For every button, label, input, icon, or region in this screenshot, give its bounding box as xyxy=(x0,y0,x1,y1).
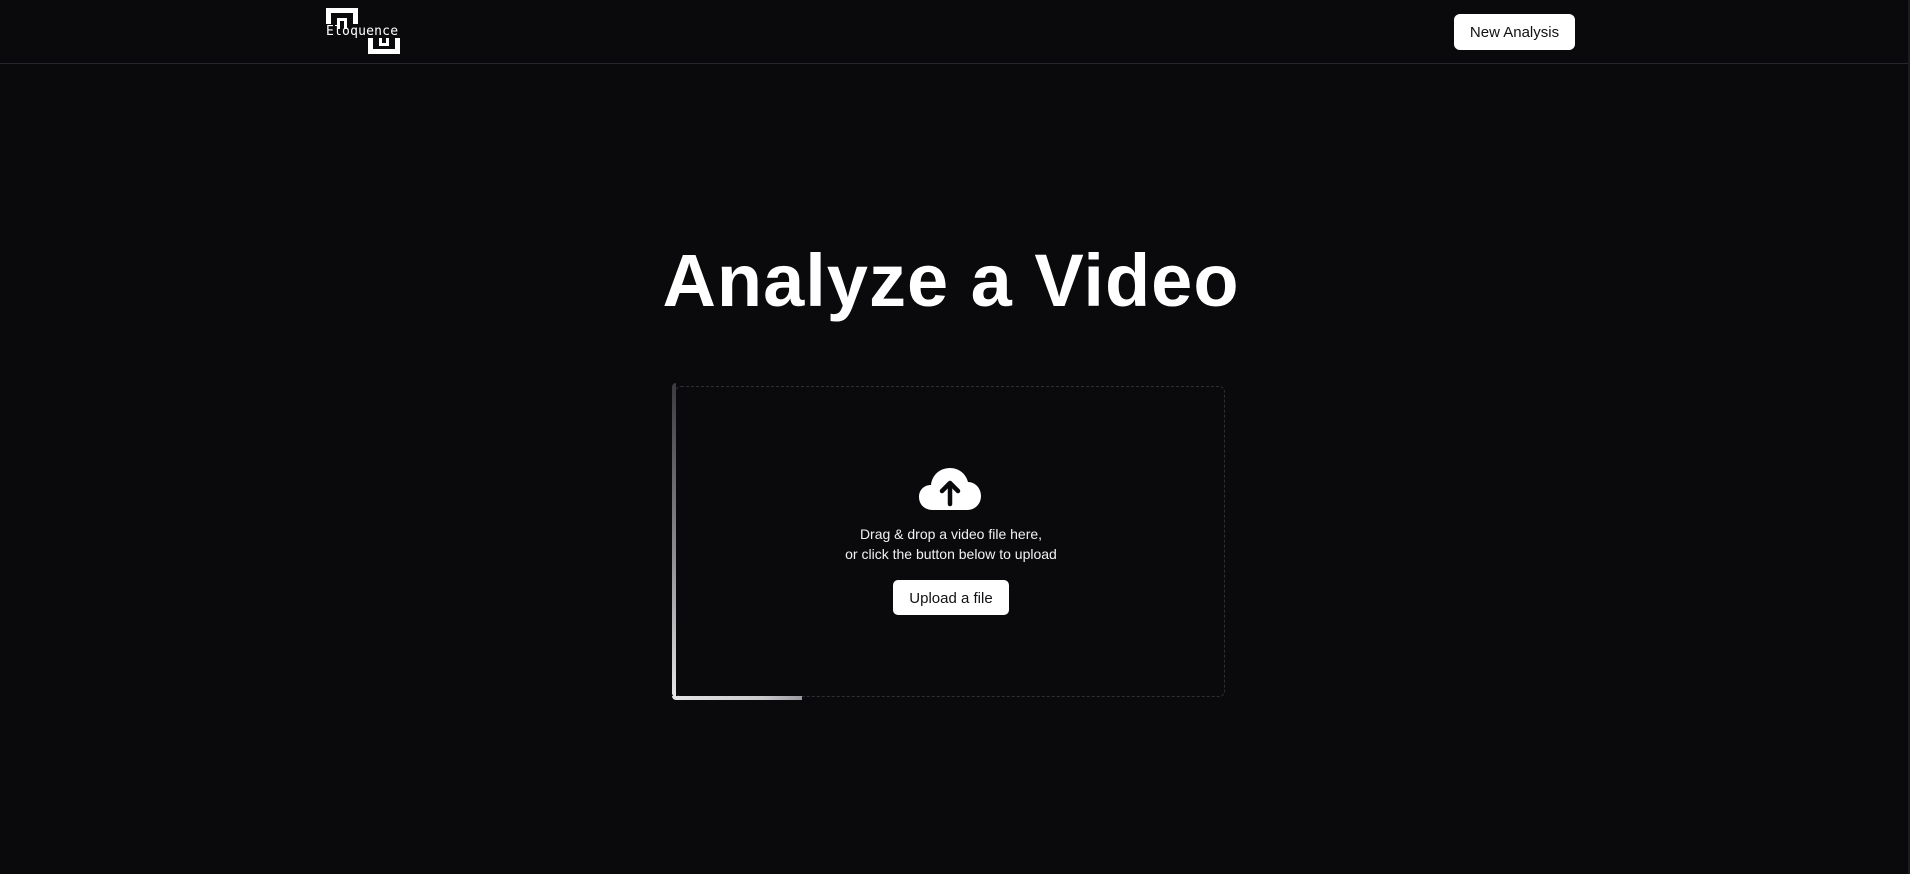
dropzone-line-2: or click the button below to upload xyxy=(845,546,1057,562)
eloquence-logo[interactable]: Eloquence xyxy=(326,8,402,56)
logo-wordmark: Eloquence xyxy=(326,24,399,39)
new-analysis-button[interactable]: New Analysis xyxy=(1454,14,1575,50)
logo-mark-top xyxy=(326,8,358,29)
dropzone-glow-bottom xyxy=(672,696,802,700)
logo-mark-bottom xyxy=(368,38,400,54)
top-header: Eloquence New Analysis xyxy=(0,0,1908,64)
cloud-upload-icon xyxy=(919,468,981,510)
dropzone-line-1: Drag & drop a video file here, xyxy=(859,526,1043,542)
app-page: Eloquence New Analysis Analyze a Video D… xyxy=(0,0,1910,874)
page-title: Analyze a Video xyxy=(662,239,1240,322)
upload-file-button[interactable]: Upload a file xyxy=(893,580,1009,615)
dropzone-instructions: Drag & drop a video file here, or click … xyxy=(675,524,1227,564)
